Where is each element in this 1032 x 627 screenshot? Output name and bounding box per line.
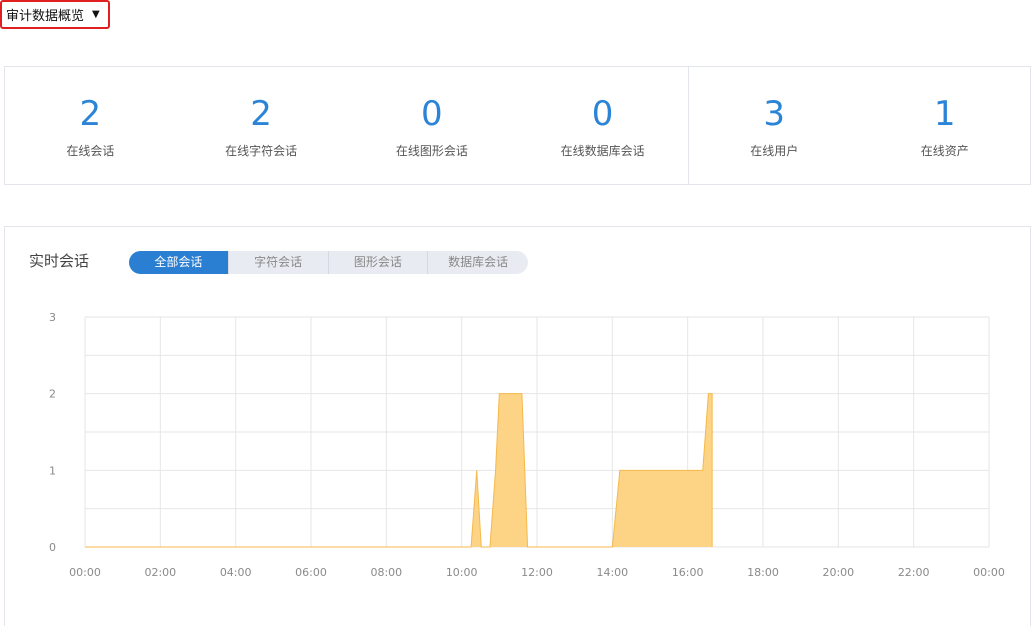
stat-value: 2 <box>79 94 102 134</box>
x-tick-label: 20:00 <box>822 566 854 579</box>
stat-online-db-sessions: 0 在线数据库会话 <box>517 67 688 184</box>
overview-dropdown[interactable]: 审计数据概览 ▼ <box>0 0 110 29</box>
y-tick-label: 3 <box>49 311 56 324</box>
x-tick-label: 00:00 <box>973 566 1005 579</box>
stat-label: 在线数据库会话 <box>560 144 645 158</box>
x-tick-label: 14:00 <box>596 566 628 579</box>
stat-value: 0 <box>591 94 614 134</box>
stat-online-graphic-sessions: 0 在线图形会话 <box>347 67 518 184</box>
y-tick-label: 1 <box>49 464 56 477</box>
stat-label: 在线图形会话 <box>395 144 468 158</box>
stat-value: 0 <box>421 94 443 134</box>
session-stats: 2 在线会话 2 在线字符会话 0 在线图形会话 0 在线数据库会话 <box>5 67 689 184</box>
stat-value: 2 <box>250 94 272 134</box>
stat-online-sessions: 2 在线会话 <box>5 67 176 184</box>
stat-label: 在线会话 <box>66 144 115 158</box>
x-tick-label: 06:00 <box>295 566 327 579</box>
stat-value: 3 <box>763 94 786 134</box>
stat-label: 在线资产 <box>920 144 969 158</box>
x-tick-label: 22:00 <box>898 566 930 579</box>
x-tick-label: 18:00 <box>747 566 779 579</box>
stat-label: 在线字符会话 <box>225 144 298 158</box>
x-tick-label: 12:00 <box>521 566 553 579</box>
overview-dropdown-label: 审计数据概览 <box>6 9 85 24</box>
x-tick-label: 16:00 <box>672 566 704 579</box>
x-tick-label: 08:00 <box>370 566 402 579</box>
stats-panel: 2 在线会话 2 在线字符会话 0 在线图形会话 0 在线数据库会话 3 在线用… <box>4 66 1031 185</box>
stat-online-assets: 1 在线资产 <box>860 67 1031 184</box>
y-tick-label: 2 <box>49 388 56 401</box>
x-tick-label: 02:00 <box>144 566 176 579</box>
realtime-session-panel: 实时会话 全部会话 字符会话 图形会话 数据库会话 0 1 2 3 00:00 02:00… <box>4 226 1031 626</box>
user-asset-stats: 3 在线用户 1 在线资产 <box>689 67 1030 184</box>
stat-online-char-sessions: 2 在线字符会话 <box>176 67 347 184</box>
x-tick-label: 00:00 <box>69 566 101 579</box>
stat-value: 1 <box>933 94 956 134</box>
realtime-session-chart: 0 1 2 3 00:00 02:00 04:00 06:00 08:00 10:00 12:00 1… <box>49 311 1005 579</box>
stat-label: 在线用户 <box>750 144 799 158</box>
caret-down-icon: ▼ <box>92 8 100 20</box>
x-tick-label: 04:00 <box>220 566 252 579</box>
stat-online-users: 3 在线用户 <box>689 67 860 184</box>
y-tick-label: 0 <box>49 541 56 554</box>
x-tick-label: 10:00 <box>446 566 478 579</box>
